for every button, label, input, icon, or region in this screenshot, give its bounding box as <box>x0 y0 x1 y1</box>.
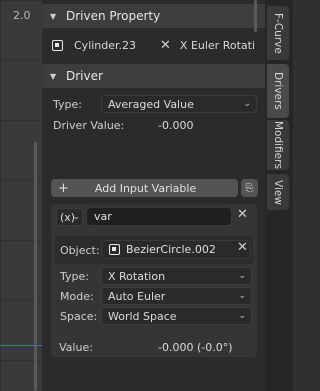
object-icon <box>52 39 63 51</box>
collapse-triangle-icon: ▼ <box>50 71 57 81</box>
copy-paste-icon: ⎘ <box>245 182 254 194</box>
copy-paste-variables-button[interactable]: ⎘ <box>241 179 258 197</box>
driver-type-label: Type: <box>53 97 82 111</box>
variable-type-dropdown[interactable]: (x) ⌄ <box>56 208 83 226</box>
var-type-label-row: Type: <box>60 268 89 284</box>
tab-f-curve[interactable]: F-Curve <box>267 6 289 60</box>
driver-type-value: Averaged Value <box>108 97 194 111</box>
tab-view[interactable]: View <box>267 174 289 210</box>
var-value-label: Value: <box>59 340 93 354</box>
driver-value: -0.000 <box>158 118 194 132</box>
transform-type-dropdown[interactable]: X Rotation ⌄ <box>101 267 252 285</box>
transform-space-dropdown[interactable]: World Space ⌄ <box>101 307 252 325</box>
add-variable-label: Add Input Variable <box>94 181 197 195</box>
driver-type-dropdown[interactable]: Averaged Value ⌄ <box>101 95 257 113</box>
space-label-row: Space: <box>60 308 97 324</box>
graph-scrollbar[interactable] <box>34 142 37 391</box>
mode-label: Mode: <box>60 289 94 303</box>
object-label: Object: <box>60 243 100 257</box>
tab-label: F-Curve <box>272 12 284 54</box>
variable-name-value: var <box>94 210 112 223</box>
var-value-label-row: Value: <box>59 339 93 355</box>
chevron-down-icon: ⌄ <box>238 271 246 281</box>
driver-value-label: Driver Value: <box>53 118 125 132</box>
panel-scrollbar[interactable] <box>254 0 257 32</box>
driver-header[interactable]: ▼ Driver <box>42 64 265 88</box>
remove-variable-close-icon[interactable]: ✕ <box>237 207 248 222</box>
section-title: Driven Property <box>66 9 161 23</box>
graph-editor-strip[interactable]: 2.0 <box>0 0 42 391</box>
chevron-down-icon: ⌄ <box>243 99 251 109</box>
driver-type-label-row: Type: <box>53 96 82 112</box>
rotation-mode-dropdown[interactable]: Auto Euler ⌄ <box>101 287 252 305</box>
transform-space-value: World Space <box>108 309 177 323</box>
tab-label: View <box>272 179 284 205</box>
driven-property-field[interactable]: ✕ X Euler Rotati... <box>160 36 255 54</box>
curve-object-icon <box>109 244 120 255</box>
var-value-readout: -0.000 (-0.0°) <box>158 339 233 355</box>
variable-name-field[interactable]: var <box>86 207 232 226</box>
driven-object[interactable]: Cylinder.23 <box>52 36 136 54</box>
collapse-triangle-icon: ▼ <box>50 11 57 21</box>
driven-object-name: Cylinder.23 <box>74 38 137 52</box>
driver-value-row: Driver Value: <box>53 117 124 133</box>
rotation-mode-value: Auto Euler <box>108 289 166 303</box>
mode-label-row: Mode: <box>60 288 94 304</box>
driver-value-readout: -0.000 <box>158 117 193 133</box>
tab-label: Drivers <box>272 72 284 110</box>
chevron-down-icon: ⌄ <box>238 311 246 321</box>
section-title: Driver <box>66 69 103 83</box>
frame-number: 2.0 <box>13 9 31 22</box>
var-type-label: Type: <box>60 269 89 283</box>
sidebar-tabs: F-Curve Drivers Modifiers View <box>265 0 293 391</box>
space-label: Space: <box>60 309 98 323</box>
tab-label: Modifiers <box>272 121 284 169</box>
transform-type-value: X Rotation <box>108 269 166 283</box>
driven-property-header[interactable]: ▼ Driven Property <box>42 4 265 28</box>
driven-property-name: X Euler Rotati... <box>179 38 255 52</box>
clear-object-close-icon[interactable]: ✕ <box>237 240 248 255</box>
tab-drivers[interactable]: Drivers <box>267 64 289 118</box>
target-object-field[interactable]: BezierCircle.002 <box>101 240 251 259</box>
plus-icon: + <box>58 180 69 196</box>
target-object-name: BezierCircle.002 <box>126 243 216 256</box>
var-value: -0.000 (-0.0°) <box>158 340 233 354</box>
add-input-variable-button[interactable]: + Add Input Variable <box>51 179 238 197</box>
tab-modifiers[interactable]: Modifiers <box>267 120 289 170</box>
chevron-down-icon: ⌄ <box>238 291 246 301</box>
chevron-down-icon: ⌄ <box>72 212 80 222</box>
object-label-row: Object: <box>60 242 100 258</box>
rotation-property-icon: ✕ <box>160 37 171 53</box>
